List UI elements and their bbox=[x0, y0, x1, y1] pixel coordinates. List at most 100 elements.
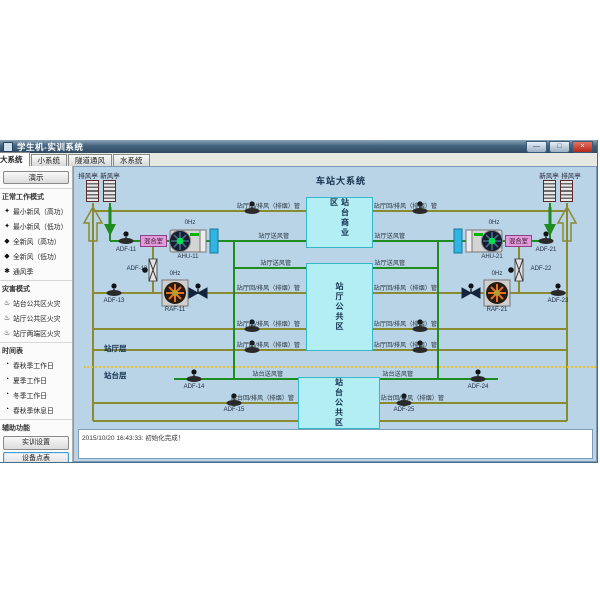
duct-label-hall-return: 站厅回/排风（排烟）管 bbox=[237, 319, 300, 328]
mixing-chamber-left[interactable]: 混合室 bbox=[140, 235, 167, 247]
left-fresh-shaft-label: 新风亭 bbox=[98, 170, 122, 180]
duct-label-hall-return: 站厅回/排风（排烟）管 bbox=[374, 319, 437, 328]
window-title: 学生机-实训系统 bbox=[17, 141, 83, 153]
damper-tag: ADF-22 bbox=[524, 266, 558, 272]
duct-label-hall-return: 站厅回/排风（排烟）管 bbox=[374, 283, 437, 292]
ahu-tag: AHU-21 bbox=[475, 254, 509, 260]
damper-tag: ADF-13 bbox=[97, 298, 131, 304]
section-disaster-modes: 灾害模式 bbox=[0, 280, 72, 295]
raf-fan-right[interactable] bbox=[484, 280, 510, 306]
fan-mode-icon: ✦ bbox=[3, 222, 11, 230]
zone-platform-public: 站台公共区 bbox=[298, 377, 380, 429]
canvas-title: 车站大系统 bbox=[296, 174, 386, 187]
tab-small-system[interactable]: 小系统 bbox=[31, 154, 68, 166]
damper-tag: ADF-21 bbox=[529, 247, 563, 253]
message-log: 2015/10/20 16:43:33: 初始化完成！ bbox=[78, 429, 593, 459]
device-point-table-button[interactable]: 设备点表 bbox=[3, 452, 69, 462]
duct-label-hall-return: 站厅回/排风（排烟）管 bbox=[374, 201, 437, 210]
page: 学生机-实训系统 — □ × 大系统 小系统 隧道通风 水系统 演示 正常工作模… bbox=[0, 0, 600, 600]
title-bar: 学生机-实训系统 — □ × bbox=[0, 140, 597, 153]
raf-fan-left[interactable] bbox=[162, 280, 188, 306]
duct-label-hall-supply: 站厅送风管 bbox=[374, 258, 405, 267]
duct-label-hall-supply: 站厅送风管 bbox=[258, 231, 289, 240]
training-settings-button[interactable]: 实训设置 bbox=[3, 436, 69, 450]
ahu-tag: AHU-11 bbox=[171, 254, 205, 260]
fire-icon: ♨ bbox=[3, 329, 11, 337]
demo-button[interactable]: 演示 bbox=[3, 171, 69, 184]
floor-label-platform: 站台层 bbox=[104, 370, 127, 381]
duct-label-hall-return: 站厅回/排风（排烟）管 bbox=[237, 283, 300, 292]
duct-label-hall-return: 站厅回/排风（排烟）管 bbox=[237, 340, 300, 349]
duct-label-hall-return: 站厅回/排风（排烟）管 bbox=[374, 340, 437, 349]
section-schedules: 时间表 bbox=[0, 342, 72, 357]
clock-icon: ◔ bbox=[3, 376, 11, 383]
duct-label-hall-supply: 站厅送风管 bbox=[374, 231, 405, 240]
clock-icon: ◔ bbox=[3, 361, 11, 368]
sidebar: 演示 正常工作模式 ✦最小新风（高功） ✦最小新风（低功） ◆全新风（高功） ◆… bbox=[0, 166, 73, 462]
ahu-fan-left[interactable] bbox=[170, 230, 207, 252]
schedule-springfall-workday[interactable]: ◔春秋季工作日 bbox=[0, 357, 72, 372]
fan-mode-icon: ◆ bbox=[3, 252, 11, 260]
section-aux-functions: 辅助功能 bbox=[0, 419, 72, 434]
damper-tag: ADF-14 bbox=[177, 384, 211, 390]
damper-tag: ADF-23 bbox=[541, 298, 575, 304]
close-button[interactable]: × bbox=[572, 141, 593, 153]
tab-water-system[interactable]: 水系统 bbox=[113, 154, 150, 166]
right-fresh-shaft-label: 新风亭 bbox=[537, 170, 561, 180]
duct-label-platform-return: 站台回/排风（排烟）管 bbox=[231, 393, 294, 402]
raf-tag: RAF-11 bbox=[158, 307, 192, 313]
schedule-winter-workday[interactable]: ◔冬季工作日 bbox=[0, 387, 72, 402]
fire-icon: ♨ bbox=[3, 299, 11, 307]
raf-tag: RAF-21 bbox=[480, 307, 514, 313]
app-icon bbox=[3, 142, 13, 152]
louver-left-exhaust bbox=[86, 180, 99, 202]
clock-icon: ◔ bbox=[3, 391, 11, 398]
mode-concourse-fire[interactable]: ♨站厅公共区火灾 bbox=[0, 310, 72, 325]
silencer-right bbox=[454, 229, 462, 253]
maximize-button[interactable]: □ bbox=[549, 141, 570, 153]
schedule-summer-workday[interactable]: ◔夏季工作日 bbox=[0, 372, 72, 387]
duct-label-hall-supply: 站厅送风管 bbox=[260, 258, 291, 267]
mixing-chamber-right[interactable]: 混合室 bbox=[505, 235, 532, 247]
section-normal-modes: 正常工作模式 bbox=[0, 188, 72, 203]
mode-full-fresh-low[interactable]: ◆全新风（低功） bbox=[0, 248, 72, 263]
duct-label-hall-return: 站厅回/排风（排烟）管 bbox=[237, 201, 300, 210]
ahu-frequency: 0Hz bbox=[477, 220, 511, 226]
app-body: 演示 正常工作模式 ✦最小新风（高功） ✦最小新风（低功） ◆全新风（高功） ◆… bbox=[0, 166, 597, 462]
damper-tag: ADF-25 bbox=[387, 407, 421, 413]
mode-min-fresh-high[interactable]: ✦最小新风（高功） bbox=[0, 203, 72, 218]
fan-mode-icon: ◆ bbox=[3, 237, 11, 245]
mode-min-fresh-low[interactable]: ✦最小新风（低功） bbox=[0, 218, 72, 233]
raf-frequency: 0Hz bbox=[158, 271, 192, 277]
duct-label-platform-return: 站台回/排风（排烟）管 bbox=[381, 393, 444, 402]
louver-right-fresh bbox=[543, 180, 556, 202]
zone-concourse-public: 站厅公共区 bbox=[306, 263, 373, 351]
log-entry: 2015/10/20 16:43:33: 初始化完成！ bbox=[82, 435, 184, 442]
scada-canvas: 车站大系统 排风亭 新风亭 新风亭 排风亭 站台商业区 站厅公共区 站台公共区 … bbox=[73, 166, 597, 462]
schedule-springfall-restday[interactable]: ◔春秋季休息日 bbox=[0, 402, 72, 417]
floor-label-concourse: 站厅层 bbox=[104, 343, 127, 354]
damper-tag: ADF-24 bbox=[461, 384, 495, 390]
mode-concourse-ends-fire[interactable]: ♨站厅两端区火灾 bbox=[0, 325, 72, 340]
app-window: 学生机-实训系统 — □ × 大系统 小系统 隧道通风 水系统 演示 正常工作模… bbox=[0, 140, 598, 463]
clock-icon: ◔ bbox=[3, 406, 11, 413]
mode-full-fresh-high[interactable]: ◆全新风（高功） bbox=[0, 233, 72, 248]
louver-right-exhaust bbox=[560, 180, 573, 202]
ahu-fan-right[interactable] bbox=[466, 230, 503, 252]
silencer-left bbox=[210, 229, 218, 253]
minimize-button[interactable]: — bbox=[526, 141, 547, 153]
zone-commercial: 站台商业区 bbox=[306, 197, 373, 248]
duct-label-platform-supply: 站台送风管 bbox=[252, 369, 283, 378]
left-exhaust-shaft-label: 排风亭 bbox=[76, 170, 100, 180]
right-exhaust-shaft-label: 排风亭 bbox=[559, 170, 583, 180]
damper-tag: ADF-12 bbox=[120, 266, 154, 272]
tab-tunnel-vent[interactable]: 隧道通风 bbox=[68, 154, 112, 166]
tab-big-system[interactable]: 大系统 bbox=[0, 152, 30, 166]
damper-tag: ADF-11 bbox=[109, 247, 143, 253]
mode-platform-fire[interactable]: ♨站台公共区火灾 bbox=[0, 295, 72, 310]
fire-icon: ♨ bbox=[3, 314, 11, 322]
fan-mode-icon: ✱ bbox=[3, 267, 11, 275]
louver-left-fresh bbox=[103, 180, 116, 202]
duct-label-platform-supply: 站台送风管 bbox=[382, 369, 413, 378]
mode-vent-season[interactable]: ✱通风季 bbox=[0, 263, 72, 278]
